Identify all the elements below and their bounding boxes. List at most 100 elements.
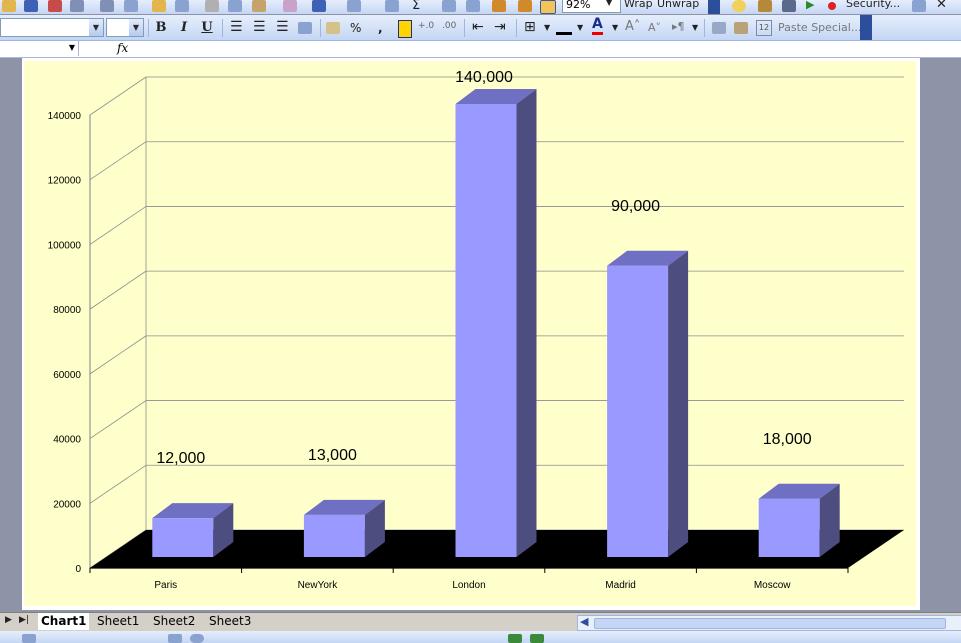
bar-newyork (303, 514, 365, 557)
chart-wizard-icon[interactable] (492, 0, 506, 12)
borders-icon[interactable]: ⊞ (524, 19, 536, 35)
chevron-down-icon[interactable]: ▼ (692, 23, 698, 32)
chevron-down-icon[interactable]: ▼ (612, 23, 618, 32)
sheet-tab-sheet1[interactable]: Sheet1 (94, 613, 142, 630)
gridline-side (89, 335, 147, 375)
autosum-icon[interactable]: Σ (412, 0, 420, 13)
save-icon[interactable] (24, 0, 38, 12)
align-right-icon[interactable]: ☰ (276, 19, 289, 35)
print-preview-icon[interactable] (100, 0, 114, 12)
bar-moscow (758, 498, 820, 557)
wrap-button[interactable]: Wrap (624, 0, 653, 10)
open-icon[interactable] (152, 0, 166, 12)
sort-ascending-icon[interactable] (442, 0, 456, 12)
toolbar-options-icon[interactable] (708, 0, 720, 14)
paste-icon[interactable] (252, 0, 266, 12)
chevron-down-icon[interactable]: ▼ (606, 0, 612, 7)
chevron-down-icon[interactable]: ▼ (577, 23, 583, 32)
shrink-font-icon[interactable]: A˅ (648, 21, 661, 34)
font-size-combo[interactable]: ▼ (106, 18, 144, 37)
security-button[interactable]: Security... (846, 0, 900, 10)
cut-icon[interactable] (205, 0, 219, 12)
italic-button[interactable]: I (175, 19, 193, 37)
scroll-left-icon[interactable]: ◀ (580, 615, 588, 628)
chevron-down-icon[interactable]: ▼ (69, 43, 75, 52)
drawing-icon[interactable] (518, 0, 532, 12)
bold-button[interactable]: B (152, 19, 170, 37)
key-icon[interactable] (758, 0, 772, 12)
record-icon[interactable] (828, 2, 836, 10)
research-icon[interactable] (124, 0, 138, 12)
toolbar-separator (222, 19, 223, 37)
horizontal-scrollbar[interactable]: ◀ (577, 615, 961, 631)
comma-button[interactable]: , (378, 21, 383, 35)
toolbar-options-icon[interactable] (860, 15, 872, 40)
name-box[interactable]: ▼ (0, 41, 79, 56)
toolbar-separator (148, 19, 149, 37)
y-tick-label: 120000 (48, 176, 82, 187)
hyperlink-icon[interactable] (385, 0, 399, 12)
macro-icon[interactable] (782, 0, 796, 12)
fx-icon[interactable]: fx (117, 41, 128, 55)
bars (152, 89, 840, 558)
open-folder-icon[interactable] (2, 0, 16, 12)
help-icon[interactable] (540, 0, 556, 14)
data-label: 13,000 (308, 447, 357, 464)
chevron-down-icon[interactable]: ▼ (544, 23, 550, 32)
text-direction-icon[interactable]: ▸¶ (672, 20, 685, 33)
last-sheet-icon[interactable]: ▶| (19, 615, 29, 625)
x-axis: Paris NewYork London Madrid Moscow (89, 567, 849, 591)
shadow-icon[interactable] (508, 634, 522, 643)
merge-center-icon[interactable] (298, 22, 312, 34)
3d-icon[interactable] (530, 634, 544, 643)
paste-special-icon[interactable]: 12 (756, 20, 772, 36)
sheet-tab-sheet2[interactable]: Sheet2 (150, 613, 198, 630)
sort-descending-icon[interactable] (466, 0, 480, 12)
fill-color-icon[interactable] (556, 21, 572, 35)
grow-font-icon[interactable]: A˄ (625, 19, 640, 34)
x-tick-label: Moscow (754, 580, 791, 591)
sheet-tab-bar: ▶ ▶| Chart1 Sheet1 Sheet2 Sheet3 ◀ (0, 612, 961, 632)
chevron-down-icon[interactable]: ▼ (89, 19, 103, 36)
search-icon[interactable] (175, 0, 189, 12)
align-left-icon[interactable]: ☰ (230, 19, 243, 35)
toolbar-separator (516, 19, 517, 37)
scroll-thumb[interactable] (594, 618, 946, 629)
decrease-indent-icon[interactable]: ⇤ (472, 19, 484, 35)
redo-icon[interactable] (347, 0, 361, 12)
font-name-combo[interactable]: ▼ (0, 18, 104, 37)
sheet-tab-chart1[interactable]: Chart1 (38, 613, 90, 630)
close-icon[interactable]: ✕ (936, 0, 947, 12)
paste-values-icon[interactable] (712, 22, 726, 34)
decrease-decimal-icon[interactable]: .00 (442, 21, 456, 31)
bar-side (668, 250, 689, 558)
print-icon[interactable] (70, 0, 84, 12)
run-icon[interactable]: ▶ (806, 0, 814, 11)
permission-icon[interactable] (48, 0, 62, 12)
underline-button[interactable]: U (198, 19, 216, 37)
paste-special-button[interactable]: Paste Special... (778, 21, 861, 34)
highlight-icon[interactable] (398, 20, 412, 38)
increase-decimal-icon[interactable]: +.0 (418, 21, 434, 31)
oval-icon[interactable] (190, 634, 204, 643)
chevron-down-icon[interactable]: ▼ (129, 19, 143, 36)
sheet-tab-sheet3[interactable]: Sheet3 (206, 613, 254, 630)
format-painter-icon[interactable] (734, 22, 748, 34)
smiley-icon[interactable] (732, 0, 746, 12)
visual-basic-icon[interactable] (912, 0, 926, 12)
select-objects-icon[interactable] (22, 634, 36, 643)
increase-indent-icon[interactable]: ⇥ (494, 19, 506, 35)
percent-button[interactable]: % (350, 21, 361, 35)
format-painter-icon[interactable] (283, 0, 297, 12)
x-tick-label: Madrid (605, 580, 636, 591)
undo-icon[interactable] (312, 0, 326, 12)
align-center-icon[interactable]: ☰ (253, 19, 266, 35)
rectangle-icon[interactable] (168, 634, 182, 643)
unwrap-button[interactable]: Unwrap (657, 0, 699, 10)
toolbar-separator (320, 19, 321, 37)
font-color-button[interactable]: A (592, 17, 603, 35)
column-chart[interactable]: 020000400006000080000100000120000140000 … (24, 61, 916, 606)
currency-icon[interactable] (326, 22, 340, 34)
copy-icon[interactable] (228, 0, 242, 12)
next-sheet-icon[interactable]: ▶ (5, 615, 12, 625)
